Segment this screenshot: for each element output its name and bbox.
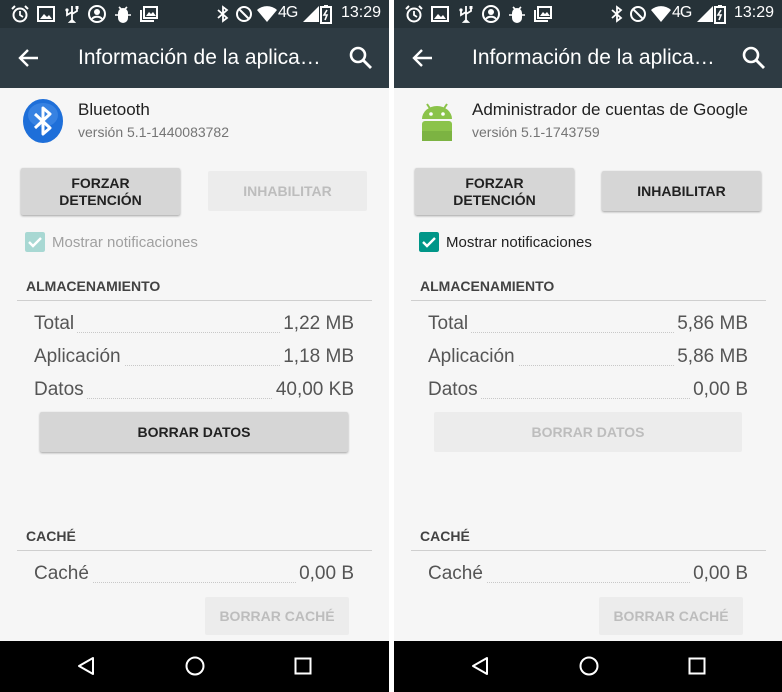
- phone-screen-bluetooth: 4G 13:29 Información de la aplica… Bluet…: [0, 0, 389, 692]
- storage-divider: [17, 300, 372, 301]
- storage-divider: [411, 300, 766, 301]
- status-bar: 4G 13:29: [394, 0, 782, 28]
- show-notifications-label: Mostrar notificaciones: [52, 234, 198, 251]
- clear-data-button[interactable]: BORRAR DATOS: [434, 412, 742, 452]
- alarm-icon: [405, 5, 423, 23]
- signal-icon: [697, 6, 713, 22]
- alarm-icon: [11, 5, 29, 23]
- usb-icon: [459, 6, 473, 23]
- app-name: Bluetooth: [78, 100, 150, 119]
- cache-divider: [411, 550, 766, 551]
- clock: 13:29: [340, 4, 381, 21]
- navigation-bar: [0, 641, 389, 692]
- back-arrow-icon[interactable]: [410, 45, 436, 71]
- show-notifications-checkbox[interactable]: [419, 232, 439, 252]
- recents-square-icon[interactable]: [686, 655, 708, 677]
- recents-square-icon[interactable]: [292, 655, 314, 677]
- storage-row-total: Total 5,86 MB: [428, 313, 748, 335]
- phone-screen-google-accounts: 4G 13:29 Información de la aplica… Admin…: [394, 0, 782, 692]
- clock: 13:29: [733, 4, 774, 21]
- app-version: versión 5.1-1743759: [472, 124, 600, 140]
- storage-row-data: Datos 40,00 KB: [34, 379, 354, 401]
- network-type: 4G: [278, 4, 298, 21]
- clear-data-button[interactable]: BORRAR DATOS: [40, 412, 348, 452]
- home-circle-icon[interactable]: [578, 655, 600, 677]
- network-type: 4G: [672, 4, 692, 21]
- wifi-icon: [651, 6, 671, 22]
- force-stop-button[interactable]: FORZAR DETENCIÓN: [21, 168, 180, 215]
- search-icon[interactable]: [347, 44, 375, 72]
- clear-cache-button[interactable]: BORRAR CACHÉ: [599, 597, 743, 635]
- bluetooth-icon: [611, 5, 623, 23]
- android-debug-icon: [509, 6, 525, 23]
- do-not-disturb-icon: [630, 6, 646, 22]
- android-robot-icon: [422, 103, 452, 141]
- bluetooth-app-icon: [23, 99, 63, 143]
- image-icon: [37, 6, 55, 22]
- bluetooth-icon: [217, 5, 229, 23]
- signal-icon: [303, 6, 319, 22]
- do-not-disturb-icon: [236, 6, 252, 22]
- app-bar: Información de la aplica…: [394, 28, 782, 88]
- page-title: Información de la aplica…: [78, 46, 321, 69]
- storage-row-app: Aplicación 1,18 MB: [34, 346, 354, 368]
- cache-section-title: CACHÉ: [420, 528, 470, 544]
- app-bar: Información de la aplica…: [0, 28, 389, 88]
- account-circle-icon: [88, 5, 106, 23]
- photo-gallery-icon: [534, 6, 552, 22]
- wifi-icon: [257, 6, 277, 22]
- storage-row-total: Total 1,22 MB: [34, 313, 354, 335]
- android-debug-icon: [115, 6, 131, 23]
- status-bar: 4G 13:29: [0, 0, 389, 28]
- show-notifications-label: Mostrar notificaciones: [446, 234, 592, 251]
- cache-section-title: CACHÉ: [26, 528, 76, 544]
- app-version: versión 5.1-1440083782: [78, 124, 230, 140]
- cache-row: Caché 0,00 B: [428, 563, 748, 585]
- force-stop-button[interactable]: FORZAR DETENCIÓN: [415, 168, 574, 215]
- app-name: Administrador de cuentas de Google: [472, 100, 748, 119]
- image-icon: [431, 6, 449, 22]
- photo-gallery-icon: [140, 6, 158, 22]
- battery-icon: [714, 5, 726, 24]
- navigation-bar: [394, 641, 782, 692]
- search-icon[interactable]: [740, 44, 768, 72]
- storage-section-title: ALMACENAMIENTO: [420, 278, 555, 294]
- clear-cache-button[interactable]: BORRAR CACHÉ: [205, 597, 349, 635]
- show-notifications-checkbox[interactable]: [25, 232, 45, 252]
- battery-icon: [320, 5, 332, 24]
- cache-row: Caché 0,00 B: [34, 563, 354, 585]
- cache-divider: [17, 550, 372, 551]
- back-arrow-icon[interactable]: [16, 45, 42, 71]
- home-circle-icon[interactable]: [184, 655, 206, 677]
- storage-row-app: Aplicación 5,86 MB: [428, 346, 748, 368]
- back-triangle-icon[interactable]: [469, 655, 491, 677]
- account-circle-icon: [482, 5, 500, 23]
- disable-button[interactable]: INHABILITAR: [208, 171, 367, 211]
- page-title: Información de la aplica…: [472, 46, 715, 69]
- storage-section-title: ALMACENAMIENTO: [26, 278, 161, 294]
- usb-icon: [65, 6, 79, 23]
- back-triangle-icon[interactable]: [75, 655, 97, 677]
- disable-button[interactable]: INHABILITAR: [602, 171, 761, 211]
- storage-row-data: Datos 0,00 B: [428, 379, 748, 401]
